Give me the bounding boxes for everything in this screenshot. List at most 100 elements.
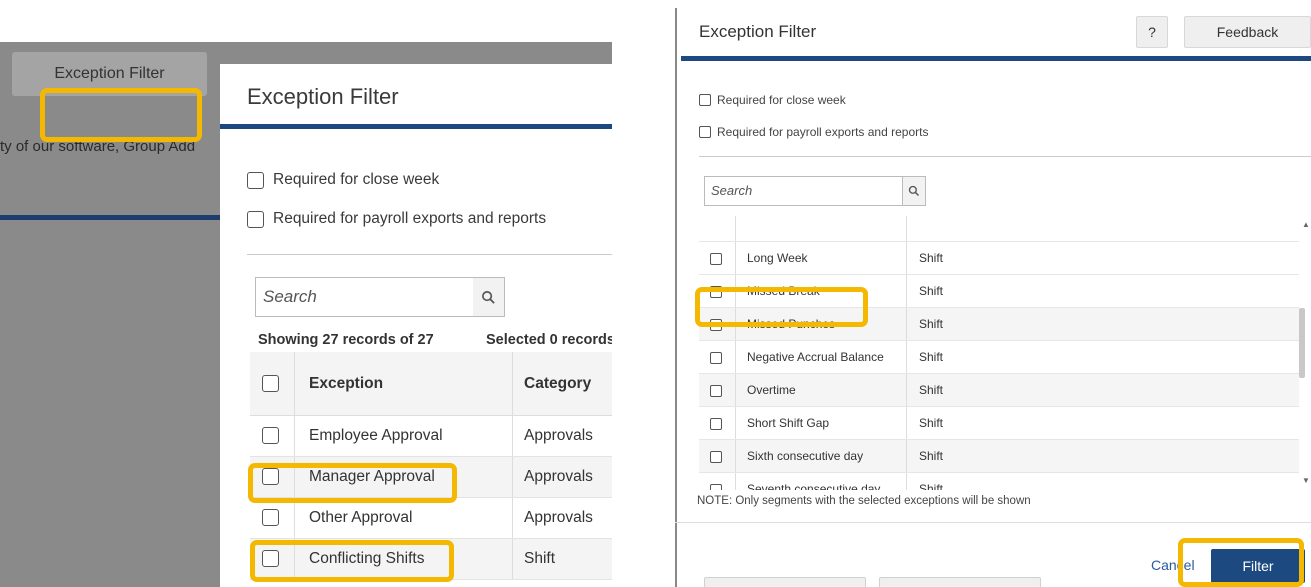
exception-table: Exception Category Employee Approval App… [250,352,612,580]
row-exception: Negative Accrual Balance [747,350,884,364]
scroll-down-arrow-icon[interactable]: ▼ [1302,476,1310,485]
table-header: Exception Category [250,352,612,416]
row-checkbox[interactable] [710,285,722,298]
row-exception: Seventh consecutive day [747,482,881,490]
table-row[interactable]: Long Week Shift [699,242,1299,275]
search-icon [908,185,920,197]
dialog-title: Exception Filter [699,22,817,41]
scroll-up-arrow-icon[interactable]: ▲ [1302,220,1310,229]
close-week-label: Required for close week [273,171,440,188]
table-row[interactable]: Conflicting Shifts Shift [250,539,612,580]
header-category[interactable]: Category [524,375,591,393]
table-row-partial [699,216,1299,242]
exception-filter-modal: Exception Filter Required for close week… [220,64,612,587]
save-as-default-button[interactable]: Save as default [879,577,1041,587]
table-row[interactable]: Short Shift Gap Shift [699,407,1299,440]
row-exception: Sixth consecutive day [747,449,864,463]
row-category: Approvals [524,509,593,526]
dialog-title-divider [681,56,1311,61]
payroll-option[interactable]: Required for payroll exports and reports [247,210,546,228]
exception-table: Long Week Shift Missed Break Shift Misse… [699,216,1299,490]
table-row[interactable]: Seventh consecutive day Shift [699,473,1299,490]
row-category: Shift [919,284,944,298]
scrollbar-thumb[interactable] [1299,308,1305,378]
search-box: Search [255,277,505,317]
row-exception: Other Approval [309,509,413,526]
close-week-label: Required for close week [717,93,846,107]
dialog-border [675,8,677,587]
payroll-checkbox[interactable] [247,210,264,228]
selected-count: Selected 0 records [486,332,612,348]
table-row[interactable]: Manager Approval Approvals [250,457,612,498]
modal-title-divider [220,124,612,129]
section-divider [247,254,612,255]
exception-filter-button[interactable]: Exception Filter [12,52,207,96]
payroll-checkbox[interactable] [699,126,711,138]
table-row[interactable]: Missed Break Shift [699,275,1299,308]
table-row[interactable]: Overtime Shift [699,374,1299,407]
row-exception: Missed Break [747,284,820,298]
row-checkbox[interactable] [710,351,722,364]
screenshot-stage: Exception Filter ty of our software, Gro… [0,0,1311,587]
payroll-label: Required for payroll exports and reports [717,125,929,139]
showing-count: Showing 27 records of 27 [258,332,434,348]
restore-default-button[interactable]: Restore default [704,577,866,587]
payroll-label: Required for payroll exports and reports [273,210,547,227]
row-category: Shift [919,317,944,331]
modal-title: Exception Filter [247,84,399,109]
close-week-option[interactable]: Required for close week [699,93,846,107]
row-checkbox[interactable] [710,450,722,463]
filter-button[interactable]: Filter [1211,549,1305,583]
search-input[interactable]: Search [256,278,474,316]
row-category: Shift [919,251,944,265]
row-checkbox[interactable] [262,468,279,486]
table-row[interactable]: Employee Approval Approvals [250,416,612,457]
row-exception: Missed Punches [747,317,836,331]
table-row[interactable]: Other Approval Approvals [250,498,612,539]
search-button[interactable] [473,278,504,316]
row-category: Shift [919,350,944,364]
row-category: Shift [919,416,944,430]
footer-divider [675,522,1311,523]
row-checkbox[interactable] [710,384,722,397]
table-row[interactable]: Missed Punches Shift [699,308,1299,341]
row-exception: Employee Approval [309,427,443,444]
row-category: Shift [919,383,944,397]
cancel-link[interactable]: Cancel [1151,557,1203,573]
row-checkbox[interactable] [262,509,279,527]
row-checkbox[interactable] [262,550,279,568]
table-row[interactable]: Negative Accrual Balance Shift [699,341,1299,374]
filter-note: NOTE: Only segments with the selected ex… [697,495,1031,507]
background-text: ty of our software, Group Add [0,138,196,155]
row-checkbox[interactable] [710,417,722,430]
row-checkbox[interactable] [262,427,279,445]
row-category: Approvals [524,427,593,444]
close-week-option[interactable]: Required for close week [247,171,439,189]
table-row[interactable]: Sixth consecutive day Shift [699,440,1299,473]
row-category: Approvals [524,468,593,485]
search-icon [482,290,495,304]
header-exception[interactable]: Exception [309,375,383,393]
search-input[interactable]: Search [705,177,903,205]
feedback-button[interactable]: Feedback [1184,16,1311,48]
close-week-checkbox[interactable] [247,171,264,189]
close-week-checkbox[interactable] [699,94,711,106]
row-exception: Overtime [747,383,796,397]
row-category: Shift [524,550,556,567]
background-divider [0,215,220,220]
row-exception: Short Shift Gap [747,416,830,430]
row-checkbox[interactable] [710,252,722,265]
row-exception: Long Week [747,251,808,265]
record-counts: Showing 27 records of 27 Selected 0 reco… [258,332,612,348]
row-category: Shift [919,449,944,463]
row-checkbox[interactable] [710,318,722,331]
exception-filter-dialog: Exception Filter ? Feedback Required for… [675,0,1311,587]
help-button[interactable]: ? [1136,16,1168,48]
row-exception: Conflicting Shifts [309,550,425,567]
payroll-option[interactable]: Required for payroll exports and reports [699,125,928,139]
section-divider [699,156,1311,157]
row-checkbox[interactable] [710,483,722,490]
row-category: Shift [919,482,944,490]
select-all-checkbox[interactable] [262,374,279,392]
search-button[interactable] [903,177,925,205]
